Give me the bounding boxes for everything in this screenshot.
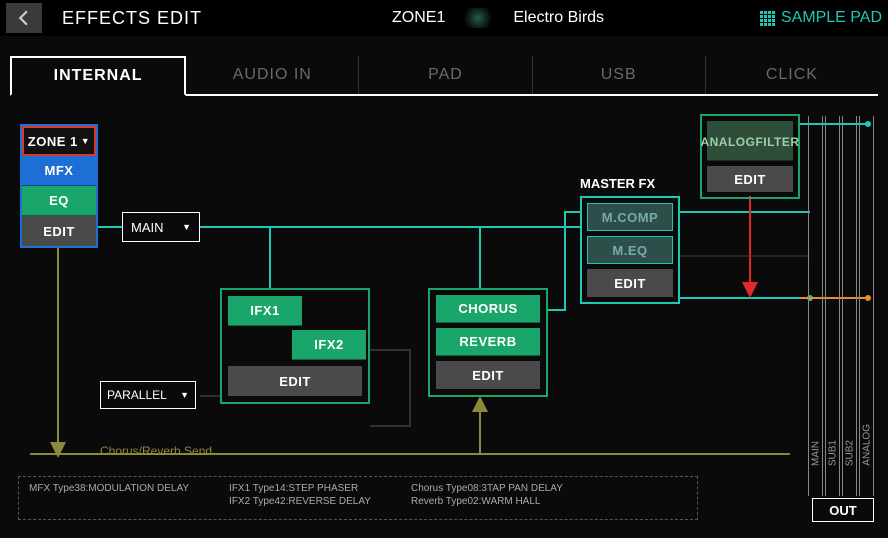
- analog-filter-edit-button[interactable]: EDIT: [707, 166, 793, 192]
- info-ifx1: IFX1 Type14:STEP PHASER: [229, 483, 371, 494]
- tab-bar: INTERNAL AUDIO IN PAD USB CLICK: [10, 56, 878, 96]
- zone-eq-button[interactable]: EQ: [22, 186, 96, 216]
- cr-edit-button[interactable]: EDIT: [436, 361, 540, 389]
- out-main-label: MAIN: [810, 441, 821, 466]
- out-sub2[interactable]: SUB2: [842, 116, 857, 496]
- zone-mfx-button[interactable]: MFX: [22, 156, 96, 186]
- master-eq-button[interactable]: M.EQ: [587, 236, 673, 264]
- send-label: Chorus/Reverb Send: [100, 444, 212, 458]
- chevron-down-icon: ▼: [180, 390, 189, 400]
- tab-internal[interactable]: INTERNAL: [10, 56, 186, 96]
- zone-block: ZONE 1 ▼ MFX EQ EDIT: [20, 124, 98, 248]
- analog-filter-block: ANALOG FILTER EDIT: [700, 114, 800, 199]
- sample-pad-button[interactable]: SAMPLE PAD: [760, 9, 882, 27]
- ifx-edit-button[interactable]: EDIT: [228, 366, 362, 396]
- out-analog-label: ANALOG: [861, 424, 872, 466]
- master-comp-button[interactable]: M.COMP: [587, 203, 673, 231]
- out-sub1[interactable]: SUB1: [825, 116, 840, 496]
- main-selector-label: MAIN: [131, 220, 164, 235]
- main-output-selector[interactable]: MAIN ▼: [122, 212, 200, 242]
- out-label: OUT: [812, 498, 874, 522]
- header-bar: EFFECTS EDIT ZONE1 Electro Birds SAMPLE …: [0, 0, 888, 36]
- ifx1-button[interactable]: IFX1: [228, 296, 302, 326]
- zone-edit-button[interactable]: EDIT: [22, 216, 96, 246]
- out-analog[interactable]: ANALOG: [859, 116, 874, 496]
- parallel-selector-label: PARALLEL: [107, 388, 167, 402]
- tab-click[interactable]: CLICK: [706, 56, 878, 94]
- info-ifx2: IFX2 Type42:REVERSE DELAY: [229, 496, 371, 507]
- chevron-down-icon: ▼: [78, 136, 90, 146]
- out-sub2-label: SUB2: [844, 440, 855, 466]
- chorus-reverb-block: CHORUS REVERB EDIT: [428, 288, 548, 397]
- chorus-button[interactable]: CHORUS: [436, 295, 540, 323]
- out-sub1-label: SUB1: [827, 440, 838, 466]
- header-zone: ZONE1: [392, 9, 445, 27]
- sample-pad-label: SAMPLE PAD: [781, 9, 882, 27]
- out-main[interactable]: MAIN: [808, 116, 823, 496]
- chevron-down-icon: ▼: [182, 222, 191, 232]
- patch-name: Electro Birds: [513, 9, 604, 27]
- analog-filter-line2: FILTER: [755, 135, 799, 150]
- routing-canvas: ZONE 1 ▼ MFX EQ EDIT MAIN ▼ PARALLEL ▼ I…: [10, 106, 878, 526]
- analog-filter-line1: ANALOG: [700, 135, 755, 150]
- pad-grid-icon: [760, 11, 775, 26]
- analog-filter-button[interactable]: ANALOG FILTER: [707, 121, 793, 161]
- ifx-block: IFX1 IFX2 EDIT: [220, 288, 370, 404]
- ifx2-button[interactable]: IFX2: [292, 330, 366, 360]
- output-strip: MAIN SUB1 SUB2 ANALOG: [808, 116, 874, 496]
- master-fx-label: MASTER FX: [580, 176, 655, 191]
- tab-usb[interactable]: USB: [533, 56, 706, 94]
- patch-icon: [463, 8, 493, 28]
- master-fx-edit-button[interactable]: EDIT: [587, 269, 673, 297]
- reverb-button[interactable]: REVERB: [436, 328, 540, 356]
- parallel-selector[interactable]: PARALLEL ▼: [100, 381, 196, 409]
- screen-title: EFFECTS EDIT: [62, 8, 202, 29]
- info-mfx: MFX Type38:MODULATION DELAY: [29, 483, 189, 494]
- tab-pad[interactable]: PAD: [359, 56, 532, 94]
- arrow-left-icon: [15, 9, 33, 27]
- info-chorus: Chorus Type08:3TAP PAN DELAY: [411, 483, 563, 494]
- fx-info-box: MFX Type38:MODULATION DELAY IFX1 Type14:…: [18, 476, 698, 520]
- zone-selector-label: ZONE 1: [28, 134, 78, 149]
- master-fx-block: M.COMP M.EQ EDIT: [580, 196, 680, 304]
- tab-audio-in[interactable]: AUDIO IN: [186, 56, 359, 94]
- zone-selector[interactable]: ZONE 1 ▼: [22, 126, 96, 156]
- info-reverb: Reverb Type02:WARM HALL: [411, 496, 563, 507]
- back-button[interactable]: [6, 3, 42, 33]
